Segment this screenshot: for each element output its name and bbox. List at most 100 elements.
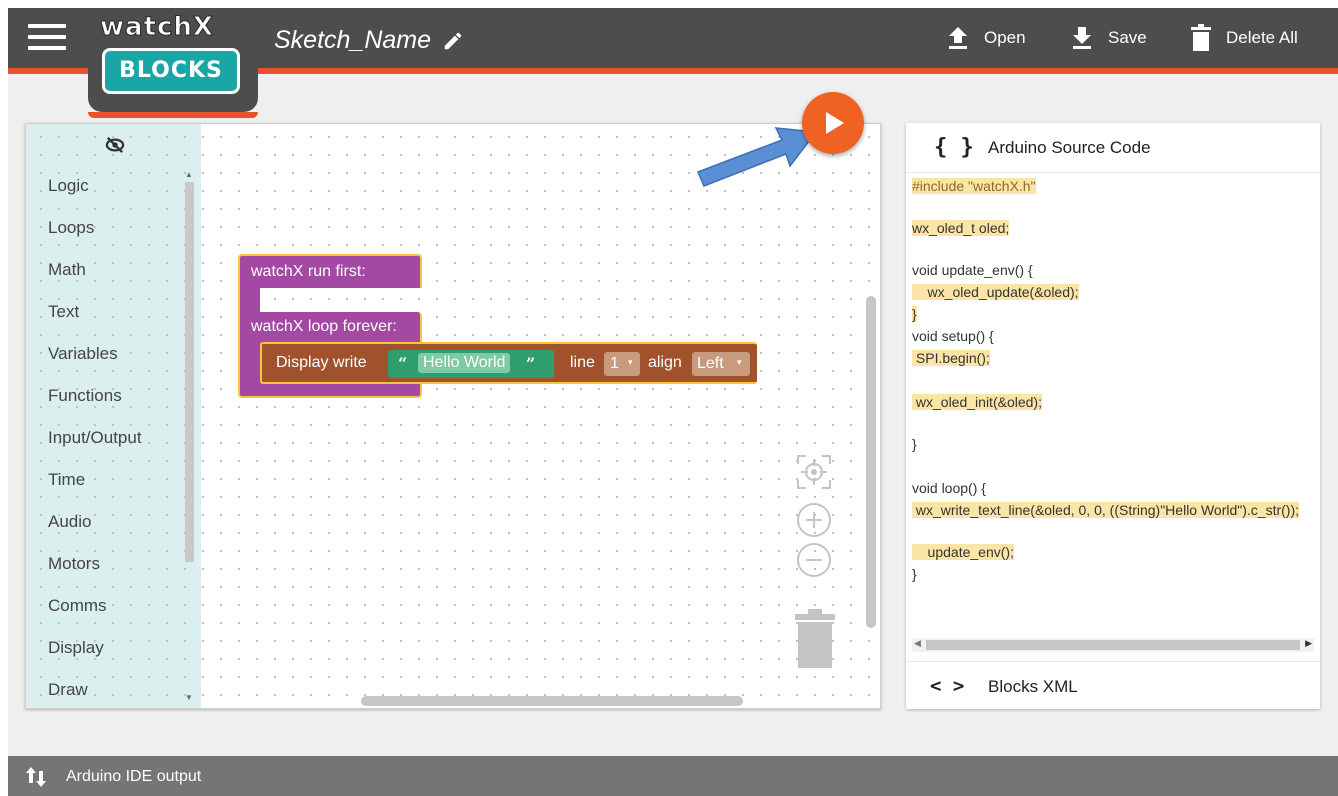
code-line: wx_oled_init(&oled); bbox=[912, 393, 1042, 411]
zoom-in-icon[interactable] bbox=[796, 502, 832, 538]
delete-all-button[interactable]: Delete All bbox=[1190, 22, 1298, 54]
category-functions[interactable]: Functions bbox=[48, 376, 188, 416]
code-line: void update_env() { bbox=[912, 261, 1033, 279]
logo: watchX BLOCKS bbox=[88, 8, 258, 118]
arduino-ide-output-bar[interactable]: Arduino IDE output bbox=[8, 756, 1338, 796]
code-line: void loop() { bbox=[912, 479, 986, 497]
upload-play-button[interactable] bbox=[802, 92, 864, 154]
align-value: Left bbox=[697, 355, 724, 372]
code-panel-title: Arduino Source Code bbox=[988, 138, 1151, 157]
toolbox: Logic Loops Math Text Variables Functions Inpu… bbox=[26, 124, 201, 708]
arduino-ide-output-label: Arduino IDE output bbox=[66, 768, 202, 785]
dropdown-arrow-icon: ▾ bbox=[737, 357, 742, 367]
menu-line bbox=[28, 46, 66, 50]
toolbox-scroll-thumb[interactable] bbox=[185, 182, 194, 562]
display-write-block[interactable]: Display write “ Hello World ” line 1 ▾ a… bbox=[260, 342, 757, 384]
category-variables[interactable]: Variables bbox=[48, 334, 188, 374]
scroll-down-icon[interactable]: ▼ bbox=[185, 693, 193, 702]
category-comms[interactable]: Comms bbox=[48, 586, 188, 626]
code-text: void loop() { bbox=[912, 480, 986, 496]
code-line: } bbox=[912, 435, 917, 453]
code-body[interactable]: #include "watchX.h" wx_oled_t oled; void… bbox=[912, 177, 1320, 633]
code-line: wx_oled_t oled; bbox=[912, 219, 1010, 237]
hamburger-menu-button[interactable] bbox=[28, 24, 68, 54]
download-icon bbox=[1073, 27, 1091, 49]
code-line: void setup() { bbox=[912, 327, 994, 345]
workspace-vertical-scrollbar[interactable] bbox=[866, 296, 876, 628]
code-scroll-thumb[interactable] bbox=[926, 640, 1300, 650]
braces-icon: { } bbox=[934, 135, 974, 160]
code-text: } bbox=[912, 306, 917, 322]
code-text: } bbox=[912, 566, 917, 582]
category-text[interactable]: Text bbox=[48, 292, 188, 332]
code-text: wx_oled_update(&oled); bbox=[912, 284, 1079, 300]
blockly-workspace[interactable]: Logic Loops Math Text Variables Functions Inpu… bbox=[25, 123, 881, 709]
logo-watchx-text: watchX bbox=[100, 12, 214, 43]
code-text: void update_env() { bbox=[912, 262, 1033, 278]
code-text: wx_oled_init(&oled); bbox=[912, 394, 1042, 410]
code-text: #include "watchX.h" bbox=[912, 178, 1036, 194]
code-text: wx_write_text_line(&oled, 0, 0, ((String… bbox=[912, 502, 1300, 518]
loop-forever-block-bottom bbox=[238, 382, 422, 398]
code-line: update_env(); bbox=[912, 543, 1014, 561]
delete-all-label: Delete All bbox=[1226, 28, 1298, 47]
loop-forever-block[interactable]: watchX loop forever: bbox=[238, 312, 422, 346]
recenter-icon[interactable] bbox=[796, 454, 832, 490]
open-label: Open bbox=[984, 28, 1026, 47]
logo-accent bbox=[88, 112, 258, 118]
display-write-label: Display write bbox=[276, 354, 367, 371]
align-dropdown[interactable]: Left ▾ bbox=[692, 352, 750, 376]
upload-icon bbox=[949, 27, 967, 49]
save-button[interactable]: Save bbox=[1070, 22, 1147, 54]
category-loops[interactable]: Loops bbox=[48, 208, 188, 248]
line-value: 1 bbox=[610, 355, 619, 372]
dropdown-arrow-icon: ▾ bbox=[628, 357, 633, 367]
save-label: Save bbox=[1108, 28, 1147, 47]
code-line: } bbox=[912, 565, 917, 583]
open-button[interactable]: Open bbox=[946, 22, 1026, 54]
code-panel-header[interactable]: { } Arduino Source Code bbox=[906, 123, 1320, 173]
trash-icon bbox=[1191, 24, 1211, 51]
line-label: line bbox=[570, 354, 595, 371]
code-line: wx_oled_update(&oled); bbox=[912, 283, 1079, 301]
line-dropdown[interactable]: 1 ▾ bbox=[604, 352, 640, 376]
scroll-left-icon[interactable]: ◀ bbox=[914, 638, 921, 649]
sketch-name[interactable]: Sketch_Name bbox=[274, 26, 431, 55]
category-logic[interactable]: Logic bbox=[48, 166, 188, 206]
app-root: watchX BLOCKS Sketch_Name Open Save Dele… bbox=[0, 0, 1338, 796]
scroll-right-icon[interactable]: ▶ bbox=[1305, 638, 1312, 649]
run-first-block[interactable]: watchX run first: bbox=[238, 254, 422, 288]
angle-brackets-icon: < > bbox=[930, 675, 965, 697]
string-value[interactable]: Hello World bbox=[418, 353, 511, 373]
category-draw[interactable]: Draw bbox=[48, 670, 188, 708]
code-panel: { } Arduino Source Code #include "watchX… bbox=[906, 123, 1320, 709]
code-text: void setup() { bbox=[912, 328, 994, 344]
category-math[interactable]: Math bbox=[48, 250, 188, 290]
pencil-icon[interactable] bbox=[442, 30, 464, 52]
expand-arrows-icon bbox=[26, 767, 46, 787]
category-motors[interactable]: Motors bbox=[48, 544, 188, 584]
close-quote-icon: ” bbox=[526, 354, 536, 373]
code-text: SPI.begin(); bbox=[912, 350, 990, 366]
category-time[interactable]: Time bbox=[48, 460, 188, 500]
align-label: align bbox=[648, 354, 682, 371]
string-block[interactable]: “ Hello World ” bbox=[388, 350, 554, 378]
toolbox-scrollbar[interactable]: ▲ ▼ bbox=[182, 170, 196, 702]
category-display[interactable]: Display bbox=[48, 628, 188, 668]
trash-can-icon[interactable] bbox=[792, 608, 838, 670]
loop-forever-label: watchX loop forever: bbox=[251, 318, 397, 335]
code-horizontal-scrollbar[interactable]: ◀ ▶ bbox=[912, 638, 1314, 652]
menu-line bbox=[28, 24, 66, 28]
code-text: } bbox=[912, 436, 917, 452]
play-icon bbox=[826, 112, 844, 134]
blocks-xml-header[interactable]: < > Blocks XML bbox=[906, 661, 1320, 709]
hide-toolbox-icon[interactable] bbox=[104, 136, 126, 154]
category-input-output[interactable]: Input/Output bbox=[48, 418, 188, 458]
workspace-horizontal-scrollbar[interactable] bbox=[361, 696, 743, 706]
zoom-out-icon[interactable] bbox=[796, 542, 832, 578]
blocks-xml-title: Blocks XML bbox=[988, 677, 1078, 696]
code-text: update_env(); bbox=[912, 544, 1014, 560]
category-audio[interactable]: Audio bbox=[48, 502, 188, 542]
scroll-up-icon[interactable]: ▲ bbox=[185, 170, 193, 179]
menu-line bbox=[28, 35, 66, 39]
